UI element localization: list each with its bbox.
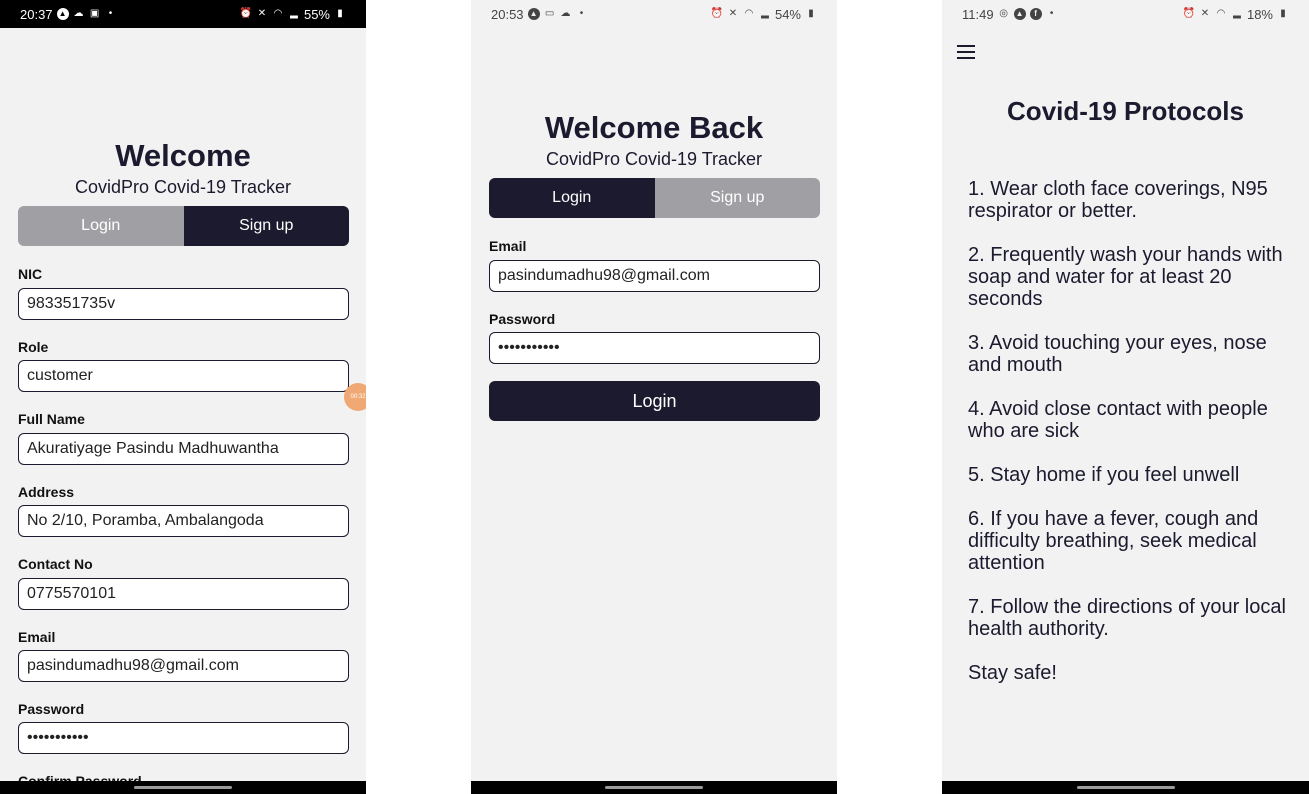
gesture-nav-bar: [942, 781, 1309, 794]
list-item: 5. Stay home if you feel unwell: [968, 464, 1240, 486]
floating-timer-bubble[interactable]: 00:32: [344, 383, 366, 411]
protocol-list: 1. Wear cloth face coverings, N95 respir…: [968, 178, 1288, 706]
email-label: Email: [489, 238, 527, 254]
facebook-icon: f: [1029, 8, 1042, 20]
notification-icon: ▣: [89, 8, 100, 19]
home-handle[interactable]: [134, 786, 232, 789]
more-dot-icon: •: [108, 8, 113, 19]
bubble-text: 00:32: [350, 394, 366, 400]
navigation-icon: ▲: [56, 8, 69, 20]
password-label: Password: [489, 311, 556, 327]
page-title: Welcome Back: [544, 110, 764, 145]
mute-icon: ✕: [1200, 8, 1210, 19]
navigation-icon: ▲: [1013, 8, 1026, 20]
whatsapp-icon: ◎: [999, 8, 1008, 19]
gesture-nav-bar: [471, 781, 837, 794]
wifi-icon: ◠: [744, 8, 754, 19]
battery-icon: ▮: [1280, 8, 1286, 19]
status-time: 20:37: [20, 6, 53, 22]
signal-icon: ▂: [761, 8, 769, 19]
alarm-icon: ⏰: [1182, 8, 1196, 19]
protocols-screen: 11:49 ◎ ▲ f • ⏰ ✕ ◠ ▂ 18% ▮ Covid-19 Pro…: [942, 0, 1309, 794]
list-item: 6. If you have a fever, cough and diffic…: [968, 508, 1259, 574]
cloud-icon: ☁: [73, 8, 84, 19]
contact-no-label: Contact No: [18, 556, 93, 572]
list-item: 3. Avoid touching your eyes, nose and mo…: [968, 332, 1267, 376]
home-handle[interactable]: [605, 786, 703, 789]
signal-icon: ▂: [290, 8, 298, 19]
password-label: Password: [18, 701, 85, 717]
contact-no-field[interactable]: [18, 578, 349, 610]
email-label: Email: [18, 629, 56, 645]
gesture-nav-bar: [0, 781, 366, 794]
tab-login[interactable]: Login: [489, 178, 655, 218]
alarm-icon: ⏰: [710, 8, 724, 19]
tab-login[interactable]: Login: [18, 206, 184, 246]
cloud-icon: ☁: [560, 8, 571, 19]
list-item: 2. Frequently wash your hands with soap …: [968, 244, 1283, 310]
battery-level: 55%: [303, 6, 330, 22]
login-screen: 20:53 ▲ ▭ ☁ • ⏰ ✕ ◠ ▂ 54% ▮ Welcome Back…: [471, 0, 837, 794]
battery-level: 18%: [1246, 6, 1273, 22]
role-label: Role: [18, 339, 49, 355]
page-subtitle: CovidPro Covid-19 Tracker: [545, 149, 763, 169]
status-time: 20:53: [491, 6, 524, 22]
navigation-icon: ▲: [527, 8, 540, 20]
signup-screen: 20:37 ▲ ☁ ▣ • ⏰ ✕ ◠ ▂ 55% ▮ Welcome Covi…: [0, 0, 366, 794]
nic-field[interactable]: [18, 288, 349, 320]
status-bar: 20:37 ▲ ☁ ▣ • ⏰ ✕ ◠ ▂ 55% ▮: [0, 0, 366, 28]
tab-signup[interactable]: Sign up: [654, 178, 820, 218]
address-field[interactable]: [18, 505, 349, 537]
alarm-icon: ⏰: [239, 8, 253, 19]
tab-signup[interactable]: Sign up: [183, 206, 349, 246]
list-item: 1. Wear cloth face coverings, N95 respir…: [968, 178, 1268, 222]
battery-icon: ▮: [808, 8, 814, 19]
home-handle[interactable]: [1076, 786, 1175, 789]
email-field[interactable]: [18, 650, 349, 682]
full-name-field[interactable]: [18, 433, 349, 465]
auth-tab-switch: Login Sign up: [489, 178, 820, 218]
nic-label: NIC: [18, 266, 43, 282]
full-name-label: Full Name: [18, 411, 85, 427]
page-title: Welcome: [115, 138, 251, 173]
signal-icon: ▂: [1233, 8, 1241, 19]
page-title: Covid-19 Protocols: [1007, 96, 1244, 126]
closing-message: Stay safe!: [968, 662, 1057, 684]
list-item: 4. Avoid close contact with people who a…: [968, 398, 1268, 442]
more-dot-icon: •: [1049, 8, 1054, 19]
battery-icon: ▮: [337, 8, 343, 19]
menu-icon[interactable]: [957, 45, 975, 59]
list-item: 7. Follow the directions of your local h…: [968, 596, 1286, 640]
mute-icon: ✕: [728, 8, 738, 19]
password-field[interactable]: [18, 722, 349, 754]
address-label: Address: [18, 484, 75, 500]
auth-tab-switch: Login Sign up: [18, 206, 349, 246]
laptop-icon: ▭: [544, 8, 555, 19]
status-bar: 11:49 ◎ ▲ f • ⏰ ✕ ◠ ▂ 18% ▮: [942, 0, 1309, 28]
status-time: 11:49: [962, 6, 994, 22]
page-subtitle: CovidPro Covid-19 Tracker: [74, 177, 292, 197]
role-field[interactable]: [18, 360, 349, 392]
status-bar: 20:53 ▲ ▭ ☁ • ⏰ ✕ ◠ ▂ 54% ▮: [471, 0, 837, 28]
password-field[interactable]: [489, 332, 820, 364]
wifi-icon: ◠: [1216, 8, 1226, 19]
mute-icon: ✕: [257, 8, 267, 19]
battery-level: 54%: [774, 6, 801, 22]
email-field[interactable]: [489, 260, 820, 292]
login-button[interactable]: Login: [489, 381, 820, 421]
more-dot-icon: •: [579, 8, 584, 19]
wifi-icon: ◠: [273, 8, 283, 19]
